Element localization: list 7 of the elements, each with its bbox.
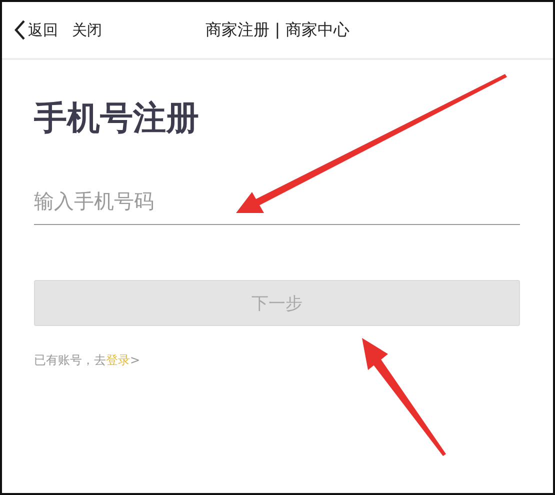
page-heading: 手机号注册 bbox=[34, 98, 200, 138]
close-button[interactable]: 关闭 bbox=[72, 20, 102, 40]
login-prompt: 已有账号，去登录> bbox=[34, 352, 142, 369]
phone-input-field[interactable]: 输入手机号码 bbox=[34, 178, 520, 225]
back-button[interactable]: 返回 bbox=[14, 19, 58, 41]
page-title: 商家注册 | 商家中心 bbox=[206, 20, 350, 40]
back-chevron-icon bbox=[14, 19, 26, 41]
